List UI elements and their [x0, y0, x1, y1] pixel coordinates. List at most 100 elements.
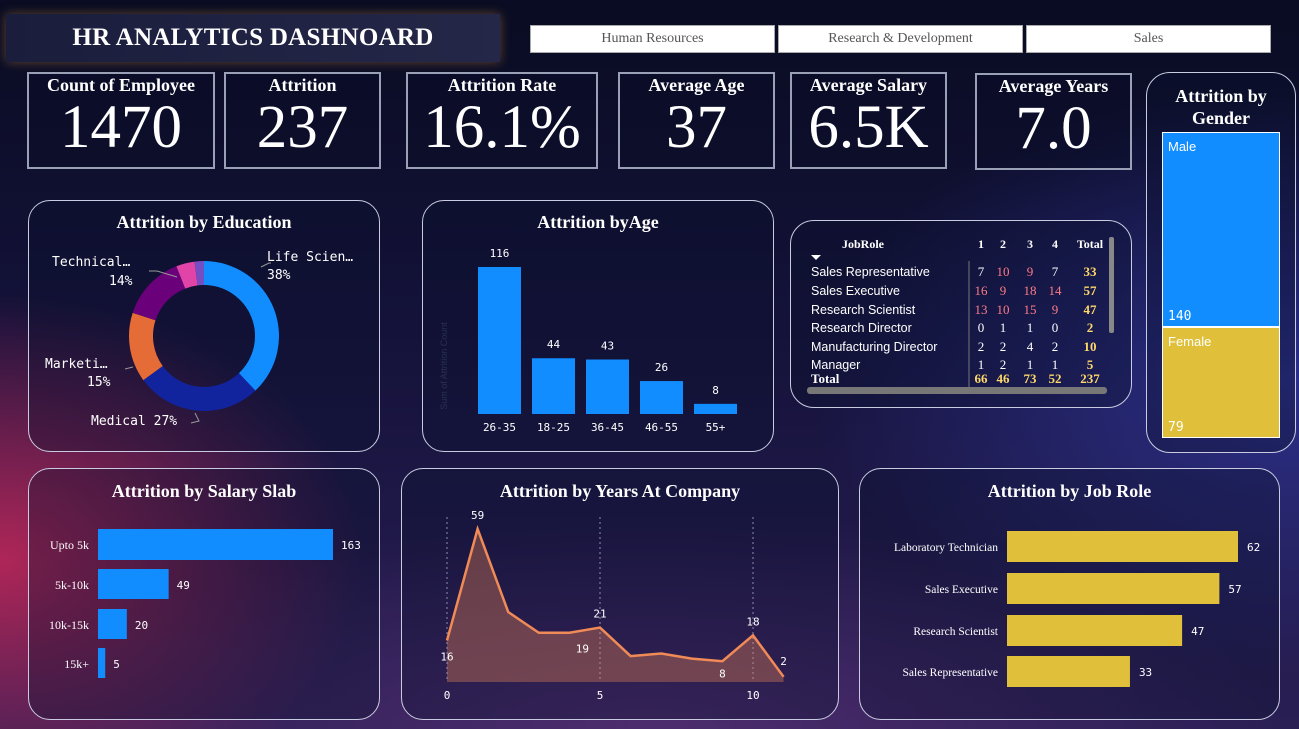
kpi-label: Attrition: [268, 75, 337, 95]
matrix-cell: 16: [975, 283, 989, 298]
matrix-header-cell: 3: [1027, 237, 1033, 251]
years-xtick-label: 5: [597, 689, 604, 702]
salary-bar-value: 20: [135, 619, 148, 632]
slicer-research-development[interactable]: Research & Development: [778, 25, 1023, 53]
jobrole-matrix-panel: JobRole 1 2 3 4 Total Sales Representative 7 10 9…: [790, 220, 1132, 408]
salary-bar-chart: Upto 5k 163 5k-10k 49 10k-15k 20 15k+ 5: [49, 529, 361, 678]
age-bar-category: 55+: [706, 421, 726, 434]
female-value: 79: [1168, 420, 1184, 435]
kpi-label: Average Years: [998, 76, 1109, 96]
years-point-label: 59: [471, 509, 484, 522]
jobrole-bar-value: 47: [1191, 625, 1204, 638]
jobrole-bar[interactable]: [1007, 656, 1130, 687]
jobrole-bar[interactable]: [1007, 615, 1183, 646]
years-area: [447, 529, 784, 682]
gender-panel: Attrition by Gender Male 140 Female 79: [1146, 72, 1296, 453]
gender-bar-female[interactable]: Female 79: [1162, 327, 1280, 438]
matrix-cell: Manager: [811, 358, 860, 372]
salary-bar[interactable]: [98, 609, 127, 639]
age-bar[interactable]: [532, 358, 575, 414]
donut-slice-technical-degree[interactable]: [132, 266, 186, 321]
years-point-label: 19: [576, 643, 589, 656]
jobrole-bar[interactable]: [1007, 531, 1238, 562]
gender-bar-male[interactable]: Male 140: [1162, 132, 1280, 327]
salary-bar-category: Upto 5k: [50, 538, 89, 552]
matrix-total-cell: 66: [975, 371, 989, 386]
matrix-total-cell: 73: [1024, 371, 1038, 386]
education-donut-chart: [124, 261, 279, 424]
kpi-value: 1470: [60, 94, 182, 161]
salary-bar[interactable]: [98, 529, 333, 560]
salary-bar-category: 5k-10k: [55, 578, 89, 592]
age-bar[interactable]: [694, 403, 737, 414]
donut-slice-medical[interactable]: [143, 365, 256, 411]
matrix-total-cell: Total: [811, 371, 840, 386]
matrix-cell: 2: [1052, 339, 1059, 354]
sort-descending-icon[interactable]: [811, 255, 821, 260]
male-label: Male: [1168, 139, 1197, 154]
salary-panel: Attrition by Salary Slab Upto 5k 163 5k-10…: [28, 468, 380, 720]
matrix-cell: 33: [1084, 264, 1098, 279]
kpi-average-age: Average Age 37: [618, 72, 775, 169]
kpi-label: Average Age: [648, 75, 745, 95]
kpi-attrition: Attrition 237: [224, 72, 381, 169]
matrix-cell: 1: [1052, 357, 1059, 372]
age-bar-category: 26-35: [483, 421, 516, 434]
age-bar[interactable]: [640, 381, 683, 414]
years-point-label: 16: [440, 651, 453, 664]
horizontal-scrollbar[interactable]: [807, 387, 1107, 394]
matrix-total-cell: 237: [1080, 371, 1100, 386]
salary-bar-value: 5: [113, 658, 120, 671]
matrix-header-cell: 2: [1000, 237, 1006, 251]
education-pct-marketing: 15%: [87, 375, 111, 390]
salary-bar[interactable]: [98, 569, 169, 599]
salary-bar[interactable]: [98, 648, 106, 678]
matrix-total-cell: 52: [1049, 371, 1062, 386]
education-pct-technical: 14%: [109, 274, 133, 289]
matrix-cell: 13: [975, 302, 988, 317]
kpi-count-of-employee: Count of Employee 1470: [27, 72, 215, 169]
education-label-technical: Technical…: [52, 255, 131, 270]
matrix-cell: 47: [1084, 302, 1098, 317]
jobrole-panel: Attrition by Job Role Laboratory Technic…: [859, 468, 1280, 720]
age-bar-value: 116: [490, 247, 510, 260]
vertical-scrollbar[interactable]: [1109, 237, 1114, 333]
salary-bar-category: 15k+: [64, 657, 89, 671]
jobrole-bar-category: Sales Executive: [925, 584, 998, 596]
male-value: 140: [1168, 309, 1192, 324]
matrix-cell: Sales Representative: [811, 265, 930, 279]
matrix-cell: 1: [1027, 320, 1034, 335]
education-pct-life: 38%: [267, 268, 291, 283]
age-bar-value: 8: [712, 384, 719, 397]
jobrole-bar-category: Research Scientist: [913, 626, 998, 638]
education-label-marketing: Marketi…: [45, 357, 108, 372]
kpi-value: 37: [666, 94, 727, 161]
years-xtick-label: 0: [444, 689, 451, 702]
matrix-cell: 18: [1024, 283, 1037, 298]
matrix-cell: 15: [1024, 302, 1037, 317]
matrix-cell: 10: [997, 302, 1010, 317]
slicer-sales[interactable]: Sales: [1026, 25, 1271, 53]
age-bar[interactable]: [586, 359, 629, 414]
kpi-label: Count of Employee: [47, 75, 195, 95]
age-bar-value: 43: [601, 340, 614, 353]
kpi-value: 7.0: [1015, 95, 1092, 162]
jobrole-bar[interactable]: [1007, 573, 1220, 604]
salary-bar-value: 163: [341, 539, 361, 552]
jobrole-bar-value: 33: [1139, 666, 1152, 679]
matrix-cell: 5: [1087, 357, 1094, 372]
age-bar[interactable]: [478, 267, 521, 414]
matrix-cell: 0: [1052, 320, 1059, 335]
jobrole-bar-chart: Laboratory Technician 62 Sales Executive 57…: [894, 531, 1260, 687]
kpi-value: 16.1%: [423, 94, 581, 161]
matrix-cell: 1: [1000, 320, 1007, 335]
kpi-average-years: Average Years 7.0: [975, 73, 1132, 170]
matrix-header-cell: 1: [978, 237, 984, 251]
slicer-human-resources[interactable]: Human Resources: [530, 25, 775, 53]
years-xtick-label: 10: [746, 689, 759, 702]
kpi-value: 6.5K: [808, 94, 929, 161]
age-yaxis-label: Sum of Attrition Count: [439, 322, 449, 410]
years-panel: Attrition by Years At Company 16 59 19 21 8 1…: [401, 468, 839, 720]
jobrole-bar-value: 57: [1228, 583, 1241, 596]
years-point-label: 21: [593, 608, 606, 621]
